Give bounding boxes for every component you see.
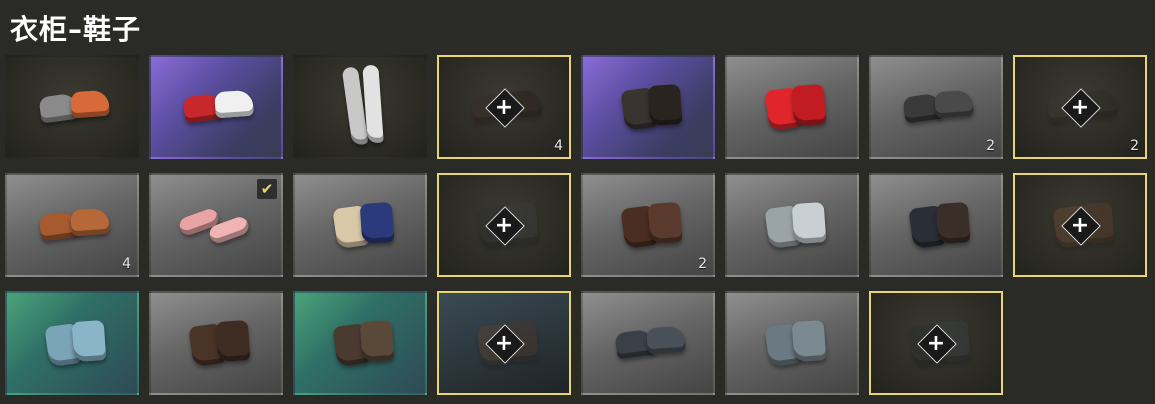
shoe-item-tile[interactable] [725,55,859,159]
plus-icon[interactable]: + [489,92,519,122]
shoe-image [583,57,713,157]
shoe-item-tile[interactable] [581,291,715,395]
shoe-item-tile[interactable] [293,55,427,159]
shoe-image [727,175,857,275]
shoe-item-tile[interactable]: 4 [5,173,139,277]
plus-icon[interactable]: + [1065,92,1095,122]
shoe-image [871,57,1001,157]
shoe-image [583,293,713,393]
item-count: 2 [698,256,707,272]
shoe-item-tile[interactable]: + [869,291,1003,395]
shoe-image [7,57,137,157]
shoe-image [583,175,713,275]
shoe-item-tile[interactable]: + [1013,173,1147,277]
shoe-image [727,293,857,393]
shoe-image [295,57,425,157]
shoe-image [151,57,281,157]
shoe-item-tile[interactable]: 2 [581,173,715,277]
shoe-image [727,57,857,157]
shoe-item-tile[interactable] [293,173,427,277]
plus-icon[interactable]: + [921,328,951,358]
plus-icon[interactable]: + [489,210,519,240]
item-count: 4 [122,256,131,272]
shoe-image [295,293,425,393]
page-title: 衣柜–鞋子 [10,13,142,46]
shoe-image [7,175,137,275]
shoe-item-tile[interactable] [5,291,139,395]
shoe-item-tile[interactable] [293,291,427,395]
shoe-image [295,175,425,275]
shoe-image [7,293,137,393]
equipped-check-icon: ✔ [257,179,277,199]
shoe-item-tile[interactable]: + [437,173,571,277]
plus-icon[interactable]: + [1065,210,1095,240]
item-count: 2 [986,138,995,154]
shoe-item-tile[interactable] [581,55,715,159]
shoe-image [871,175,1001,275]
plus-icon[interactable]: + [489,328,519,358]
shoe-item-tile[interactable]: 2 [869,55,1003,159]
shoe-item-tile[interactable] [725,173,859,277]
shoe-item-tile[interactable]: ✔ [149,173,283,277]
shoe-item-tile[interactable] [149,291,283,395]
shoe-item-tile[interactable] [869,173,1003,277]
shoe-item-tile[interactable] [5,55,139,159]
shoe-item-tile[interactable]: +2 [1013,55,1147,159]
item-count: 4 [554,138,563,154]
shoe-image [151,293,281,393]
shoe-item-tile[interactable]: +4 [437,55,571,159]
item-grid: +4 2 +2 4 ✔ +2 + + + [5,55,1147,395]
shoe-item-tile[interactable] [725,291,859,395]
shoe-item-tile[interactable] [149,55,283,159]
shoe-item-tile[interactable]: + [437,291,571,395]
item-count: 2 [1130,138,1139,154]
